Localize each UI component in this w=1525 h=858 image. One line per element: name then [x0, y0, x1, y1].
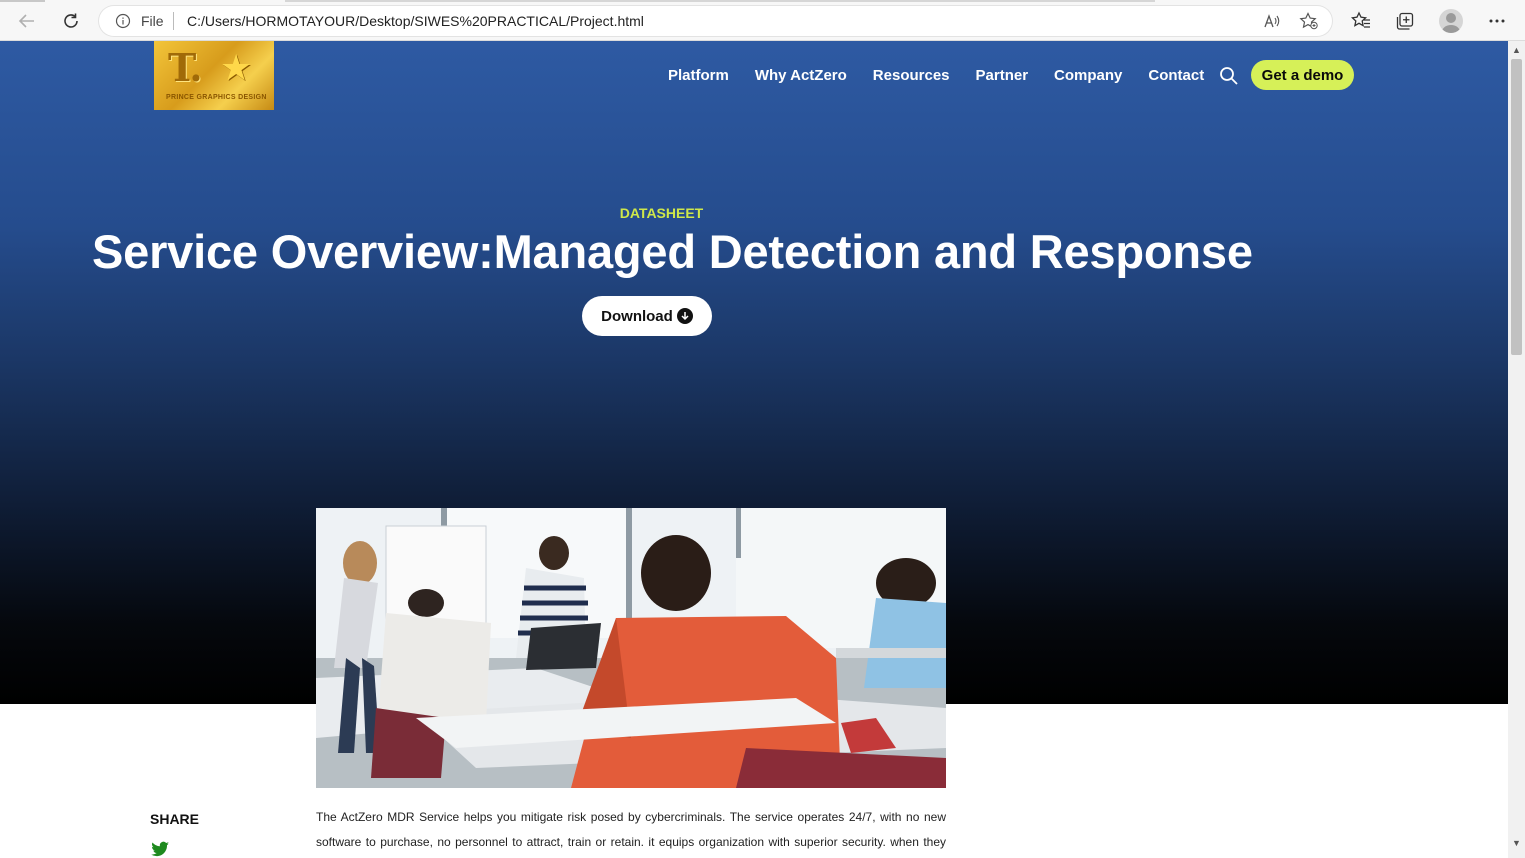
- collections-icon[interactable]: [1393, 9, 1417, 33]
- main-navigation: Platform Why ActZero Resources Partner C…: [668, 67, 1230, 84]
- arrow-down-icon: [676, 308, 693, 324]
- logo-tagline: PRINCE GRAPHICS DESIGN: [166, 94, 267, 101]
- nav-item-resources[interactable]: Resources: [873, 67, 950, 84]
- nav-item-why-actzero[interactable]: Why ActZero: [755, 67, 847, 84]
- share-label: SHARE: [150, 811, 200, 827]
- more-icon[interactable]: [1485, 9, 1509, 33]
- back-arrow-icon[interactable]: [14, 8, 40, 34]
- add-favorite-icon[interactable]: [1299, 12, 1319, 30]
- info-icon[interactable]: [115, 13, 131, 29]
- site-logo[interactable]: T. ★ PRINCE GRAPHICS DESIGN: [154, 41, 274, 110]
- file-label: File: [141, 13, 164, 29]
- page-scrollbar[interactable]: ▲ ▼: [1508, 41, 1525, 858]
- logo-mark: T.: [168, 45, 203, 90]
- tab-strip-edge: [0, 0, 45, 2]
- scroll-down-icon[interactable]: ▼: [1512, 838, 1521, 848]
- download-label: Download: [601, 307, 673, 325]
- url-text[interactable]: C:/Users/HORMOTAYOUR/Desktop/SIWES%20PRA…: [187, 13, 644, 29]
- nav-item-partner[interactable]: Partner: [976, 67, 1029, 84]
- nav-item-platform[interactable]: Platform: [668, 67, 729, 84]
- scroll-up-icon[interactable]: ▲: [1512, 45, 1521, 55]
- search-icon[interactable]: [1219, 66, 1239, 86]
- classroom-photo: [316, 508, 946, 788]
- address-bar[interactable]: File C:/Users/HORMOTAYOUR/Desktop/SIWES%…: [99, 6, 1332, 36]
- nav-item-company[interactable]: Company: [1054, 67, 1122, 84]
- read-aloud-icon[interactable]: [1262, 12, 1282, 30]
- nav-item-contact[interactable]: Contact: [1148, 67, 1204, 84]
- page-viewport: T. ★ PRINCE GRAPHICS DESIGN Platform Why…: [0, 41, 1508, 858]
- star-icon: ★: [220, 47, 253, 88]
- reload-icon[interactable]: [58, 8, 84, 34]
- download-button[interactable]: Download: [582, 296, 712, 336]
- address-separator: [173, 12, 174, 30]
- body-paragraph: The ActZero MDR Service helps you mitiga…: [316, 810, 946, 849]
- tab-strip-edge: [285, 0, 1155, 2]
- profile-icon[interactable]: [1439, 9, 1463, 33]
- page-title: Service Overview:Managed Detection and R…: [92, 225, 1253, 278]
- hero-eyebrow: DATASHEET: [619, 205, 704, 221]
- scroll-thumb[interactable]: [1511, 59, 1522, 355]
- browser-toolbar: File C:/Users/HORMOTAYOUR/Desktop/SIWES%…: [0, 0, 1525, 41]
- get-demo-button[interactable]: Get a demo: [1251, 60, 1354, 90]
- favorites-icon[interactable]: [1349, 9, 1373, 33]
- twitter-icon[interactable]: [150, 841, 170, 857]
